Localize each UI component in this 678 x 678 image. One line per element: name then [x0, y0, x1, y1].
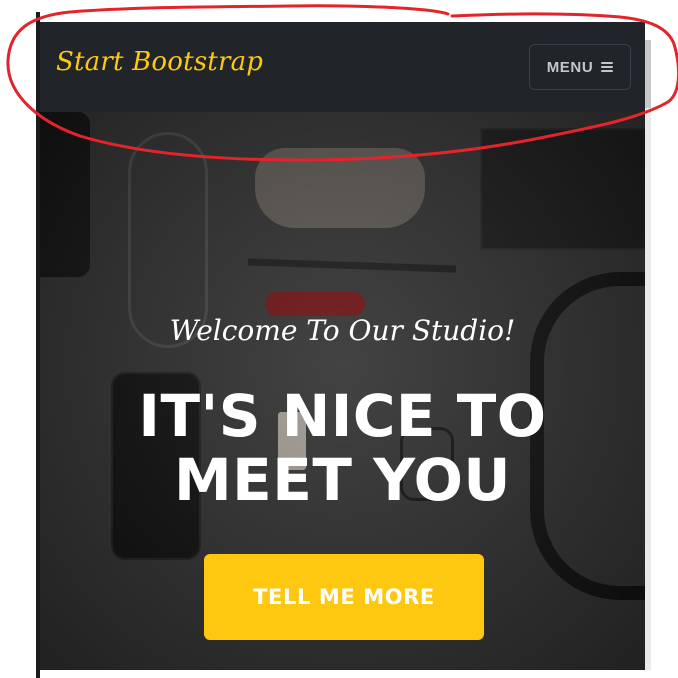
scrollbar-track[interactable] — [645, 40, 651, 670]
site-viewport: Start Bootstrap MENU Welcome To Our Stud… — [40, 22, 645, 670]
hero-heading-line2: MEET YOU — [173, 446, 512, 514]
hero-heading: IT'S NICE TO MEET YOU — [40, 384, 645, 512]
hamburger-icon — [601, 62, 614, 72]
menu-button-label: MENU — [546, 58, 594, 76]
scrollbar-thumb[interactable] — [645, 40, 651, 108]
navbar-brand-link[interactable]: Start Bootstrap — [56, 47, 263, 77]
hero-section: Welcome To Our Studio! IT'S NICE TO MEET… — [40, 112, 645, 670]
hero-heading-line1: IT'S NICE TO — [138, 382, 547, 450]
hero-subheading: Welcome To Our Studio! — [169, 314, 516, 347]
menu-toggle-button[interactable]: MENU — [529, 44, 631, 90]
tell-me-more-button[interactable]: TELL ME MORE — [204, 554, 484, 640]
navbar: Start Bootstrap MENU — [40, 22, 645, 112]
